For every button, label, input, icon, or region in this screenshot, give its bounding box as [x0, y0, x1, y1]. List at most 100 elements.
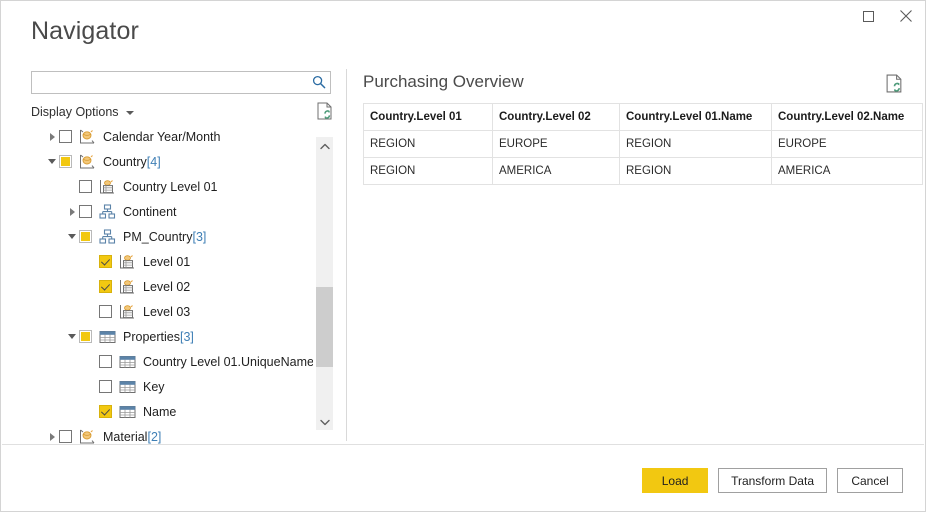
tree-item[interactable]: PM_Country [3] [31, 224, 313, 249]
expander-placeholder [85, 299, 99, 324]
tree-panel: Calendar Year/MonthCountry [4]Country Le… [31, 124, 333, 444]
preview-table-body: REGIONEUROPEREGIONEUROPEREGIONAMERICAREG… [364, 131, 923, 185]
tree-item-count: [2] [147, 430, 161, 444]
tree-item-label: Country [103, 155, 147, 169]
tree-item[interactable]: Country Level 01.UniqueName [31, 349, 313, 374]
maximize-button[interactable] [849, 1, 887, 31]
expand-triangle-icon [50, 133, 55, 141]
pane-divider [346, 69, 347, 441]
tree-item-checkbox[interactable] [99, 305, 112, 318]
load-button[interactable]: Load [642, 468, 708, 493]
expand-triangle-icon [50, 433, 55, 441]
tree-expander[interactable] [65, 224, 79, 249]
display-options-row: Display Options [31, 104, 333, 122]
table-icon [119, 379, 136, 395]
tree-expander[interactable] [45, 149, 59, 174]
tree-expander[interactable] [45, 124, 59, 149]
tree-item-checkbox[interactable] [59, 130, 72, 143]
expand-triangle-icon [70, 208, 75, 216]
tree-item-label: Level 01 [143, 255, 190, 269]
tree-item-label: Country Level 01.UniqueName [143, 355, 313, 369]
tree-item[interactable]: Name [31, 399, 313, 424]
cube-icon [79, 429, 96, 445]
tree-item[interactable]: Level 01 [31, 249, 313, 274]
table-cell: AMERICA [772, 158, 923, 185]
scrollbar-thumb[interactable] [316, 287, 333, 367]
tree-item-label: Calendar Year/Month [103, 130, 220, 144]
tree-item-checkbox[interactable] [99, 255, 112, 268]
tree-item-label: Level 03 [143, 305, 190, 319]
tree-item-label: Continent [123, 205, 177, 219]
search-icon[interactable] [312, 75, 326, 94]
tree-item-checkbox[interactable] [79, 330, 92, 343]
scroll-up-button[interactable] [316, 137, 333, 154]
tree-item[interactable]: Properties [3] [31, 324, 313, 349]
chevron-up-icon [320, 137, 330, 155]
transform-data-button[interactable]: Transform Data [718, 468, 827, 493]
table-header-row: Country.Level 01Country.Level 02Country.… [364, 104, 923, 131]
expander-placeholder [85, 374, 99, 399]
display-options-button[interactable]: Display Options [31, 104, 134, 120]
table-column-header: Country.Level 01 [364, 104, 493, 131]
tree-item[interactable]: Level 02 [31, 274, 313, 299]
tree-expander[interactable] [45, 424, 59, 444]
table-cell: EUROPE [772, 131, 923, 158]
close-button[interactable] [887, 1, 925, 31]
tree-item-label: Material [103, 430, 147, 444]
navigator-dialog: Navigator Display Options [0, 0, 926, 512]
level-icon [119, 304, 136, 320]
tree-item[interactable]: Country Level 01 [31, 174, 313, 199]
metadata-tree[interactable]: Calendar Year/MonthCountry [4]Country Le… [31, 124, 313, 444]
tree-item[interactable]: Calendar Year/Month [31, 124, 313, 149]
tree-item-checkbox[interactable] [79, 205, 92, 218]
tree-item-count: [4] [147, 155, 161, 169]
tree-item-checkbox[interactable] [99, 405, 112, 418]
tree-item-count: [3] [192, 230, 206, 244]
cancel-button[interactable]: Cancel [837, 468, 903, 493]
level-icon [119, 254, 136, 270]
search-input[interactable] [36, 72, 310, 95]
expander-placeholder [65, 174, 79, 199]
tree-item[interactable]: Key [31, 374, 313, 399]
tree-expander[interactable] [65, 324, 79, 349]
tree-item[interactable]: Level 03 [31, 299, 313, 324]
refresh-document-icon[interactable] [317, 102, 333, 125]
left-pane: Display Options [31, 71, 333, 122]
scroll-down-button[interactable] [316, 413, 333, 430]
table-icon [119, 354, 136, 370]
window-controls [849, 1, 925, 31]
tree-item-checkbox[interactable] [59, 430, 72, 443]
tree-item-checkbox[interactable] [99, 380, 112, 393]
table-cell: REGION [364, 158, 493, 185]
table-cell: REGION [620, 158, 772, 185]
cube-icon [79, 129, 96, 145]
tree-scrollbar[interactable] [316, 137, 333, 430]
table-row: REGIONEUROPEREGIONEUROPE [364, 131, 923, 158]
level-icon [99, 179, 116, 195]
preview-table-head: Country.Level 01Country.Level 02Country.… [364, 104, 923, 131]
tree-item-checkbox[interactable] [99, 355, 112, 368]
maximize-icon [863, 11, 874, 22]
title-bar [1, 1, 925, 31]
table-icon [99, 329, 116, 345]
tree-item[interactable]: Continent [31, 199, 313, 224]
tree-item-label: Name [143, 405, 176, 419]
tree-item-checkbox[interactable] [79, 230, 92, 243]
tree-item-checkbox[interactable] [79, 180, 92, 193]
hierarchy-icon [99, 229, 116, 245]
tree-item[interactable]: Country [4] [31, 149, 313, 174]
search-box[interactable] [31, 71, 331, 94]
expander-placeholder [85, 399, 99, 424]
tree-item-checkbox[interactable] [99, 280, 112, 293]
preview-title: Purchasing Overview [363, 71, 903, 93]
tree-item[interactable]: Material [2] [31, 424, 313, 444]
tree-item-label: Level 02 [143, 280, 190, 294]
preview-refresh-icon[interactable] [886, 74, 903, 98]
tree-expander[interactable] [65, 199, 79, 224]
tree-item-label: Properties [123, 330, 180, 344]
page-title: Navigator [31, 19, 139, 44]
tree-item-checkbox[interactable] [59, 155, 72, 168]
table-column-header: Country.Level 01.Name [620, 104, 772, 131]
tree-item-label: Country Level 01 [123, 180, 218, 194]
collapse-triangle-icon [68, 234, 76, 239]
